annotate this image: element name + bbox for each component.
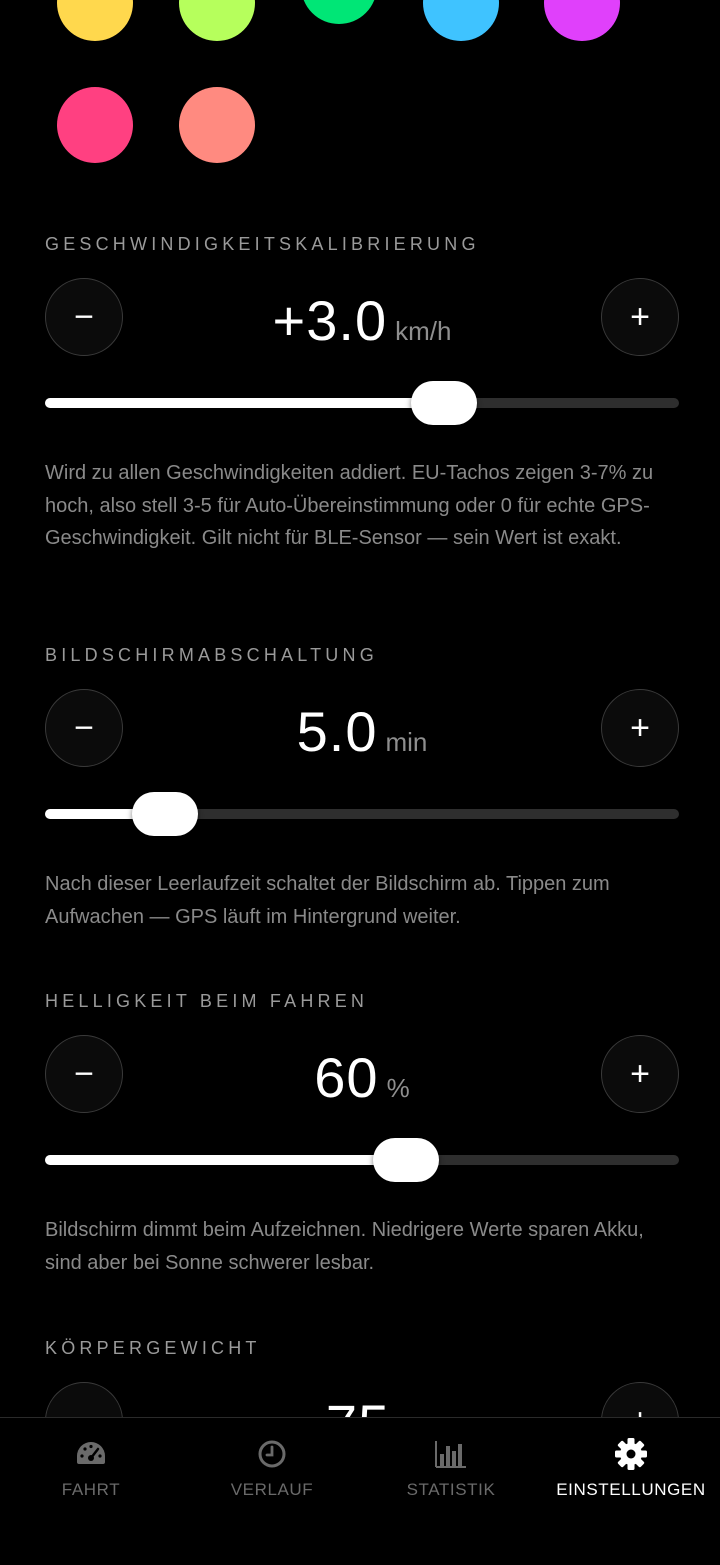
- value-number: +3.0: [272, 289, 388, 352]
- slider-fill: [45, 1155, 407, 1165]
- slider-track[interactable]: [45, 381, 679, 425]
- value-unit: km/h: [395, 316, 452, 346]
- value-number: 60: [314, 1046, 379, 1109]
- value-unit: min: [385, 727, 428, 757]
- tab-label: EINSTELLUNGEN: [556, 1480, 706, 1499]
- color-swatch-pink[interactable]: [57, 87, 133, 163]
- tab-label: FAHRT: [61, 1480, 121, 1499]
- color-swatch-salmon[interactable]: [179, 87, 255, 163]
- tab-statistik[interactable]: STATISTIK: [361, 1418, 541, 1518]
- section-description: Bildschirm dimmt beim Aufzeichnen. Niedr…: [45, 1219, 644, 1274]
- tab-label: VERLAUF: [230, 1480, 314, 1499]
- speedometer-icon: [77, 1442, 105, 1464]
- value-display: +3.0 km/h: [45, 288, 679, 353]
- color-swatch-green[interactable]: [301, 0, 377, 24]
- value-display: 5.0 min: [45, 699, 679, 764]
- speed-calibration-section: GESCHWINDIGKEITSKALIBRIERUNG − +3.0 km/h …: [45, 234, 679, 594]
- slider-thumb[interactable]: [373, 1138, 440, 1182]
- riding-brightness-section: HELLIGKEIT BEIM FAHREN − 60% + Bildschir…: [45, 991, 679, 1291]
- gear-icon: [615, 1438, 647, 1470]
- section-title: KÖRPERGEWICHT: [45, 1338, 261, 1358]
- plus-icon: +: [630, 298, 650, 336]
- section-description: Wird zu allen Geschwindigkeiten addiert.…: [45, 462, 654, 549]
- color-swatch-yellow[interactable]: [57, 0, 133, 41]
- slider-thumb[interactable]: [411, 381, 478, 425]
- bar-chart-icon: [435, 1441, 466, 1468]
- section-title: GESCHWINDIGKEITSKALIBRIERUNG: [45, 234, 480, 254]
- section-title: HELLIGKEIT BEIM FAHREN: [45, 991, 369, 1011]
- slider-fill: [45, 398, 445, 408]
- slider-thumb[interactable]: [132, 792, 199, 836]
- value-number: 5.0: [296, 700, 378, 763]
- bottom-tab-bar: FAHRT VERLAUF STATISTIK EINSTELLUNGEN: [0, 1417, 720, 1565]
- slider-track[interactable]: [45, 792, 679, 836]
- clock-icon: [258, 1440, 286, 1468]
- color-swatch-purple[interactable]: [544, 0, 620, 41]
- plus-icon: +: [630, 709, 650, 747]
- screen-timeout-section: BILDSCHIRMABSCHALTUNG − 5.0 min + Nach di…: [45, 645, 679, 945]
- increase-button[interactable]: +: [601, 1035, 679, 1113]
- plus-icon: +: [630, 1055, 650, 1093]
- color-swatch-lime[interactable]: [179, 0, 255, 41]
- section-title: BILDSCHIRMABSCHALTUNG: [45, 645, 378, 665]
- settings-screen: GESCHWINDIGKEITSKALIBRIERUNG − +3.0 km/h …: [0, 0, 720, 1565]
- value-unit: %: [386, 1073, 410, 1103]
- tab-einstellungen[interactable]: EINSTELLUNGEN: [541, 1418, 720, 1518]
- value-display: 60%: [45, 1045, 679, 1110]
- increase-button[interactable]: +: [601, 278, 679, 356]
- increase-button[interactable]: +: [601, 689, 679, 767]
- tab-fahrt[interactable]: FAHRT: [1, 1418, 181, 1518]
- color-swatch-blue[interactable]: [423, 0, 499, 41]
- tab-label: STATISTIK: [406, 1480, 496, 1499]
- section-description: Nach dieser Leerlaufzeit schaltet der Bi…: [45, 873, 610, 928]
- slider-track[interactable]: [45, 1138, 679, 1182]
- tab-verlauf[interactable]: VERLAUF: [182, 1418, 362, 1518]
